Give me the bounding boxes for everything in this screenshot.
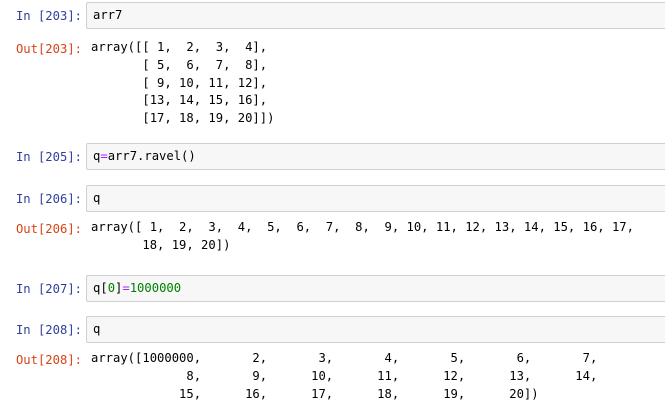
code-input-cell[interactable]: q <box>86 316 665 343</box>
input-prompt: In [205]: <box>15 150 82 164</box>
code-input-cell[interactable]: arr7 <box>86 2 665 29</box>
code-input-cell[interactable]: q[0]=1000000 <box>86 275 665 302</box>
input-prompt: In [206]: <box>15 192 82 206</box>
cell-output: array([ 1, 2, 3, 4, 5, 6, 7, 8, 9, 10, 1… <box>91 220 634 252</box>
code-variable: q[ <box>93 281 108 295</box>
output-prompt: Out[206]: <box>15 222 82 236</box>
output-prompt: Out[203]: <box>15 42 82 56</box>
cell-output: array([[ 1, 2, 3, 4], [ 5, 6, 7, 8], [ 9… <box>91 40 275 126</box>
output-prompt: Out[208]: <box>15 353 82 367</box>
code-operator: = <box>122 281 130 295</box>
input-prompt: In [208]: <box>15 323 82 337</box>
code-text: q <box>93 322 101 336</box>
cell-output: array([1000000, 2, 3, 4, 5, 6, 7, 8, 9, … <box>91 351 598 401</box>
code-text: q=arr7.ravel() <box>93 149 196 163</box>
code-text: q <box>93 191 101 205</box>
code-input-cell[interactable]: q <box>86 185 665 212</box>
code-text: arr7 <box>93 8 123 22</box>
code-text: q[0]=1000000 <box>93 281 181 295</box>
code-input-cell[interactable]: q=arr7.ravel() <box>86 143 665 170</box>
code-operator: = <box>100 149 108 163</box>
code-number: 0 <box>107 281 116 295</box>
code-number: 1000000 <box>129 281 182 295</box>
code-expression: arr7.ravel() <box>107 149 196 163</box>
input-prompt: In [207]: <box>15 282 82 296</box>
input-prompt: In [203]: <box>15 9 82 23</box>
